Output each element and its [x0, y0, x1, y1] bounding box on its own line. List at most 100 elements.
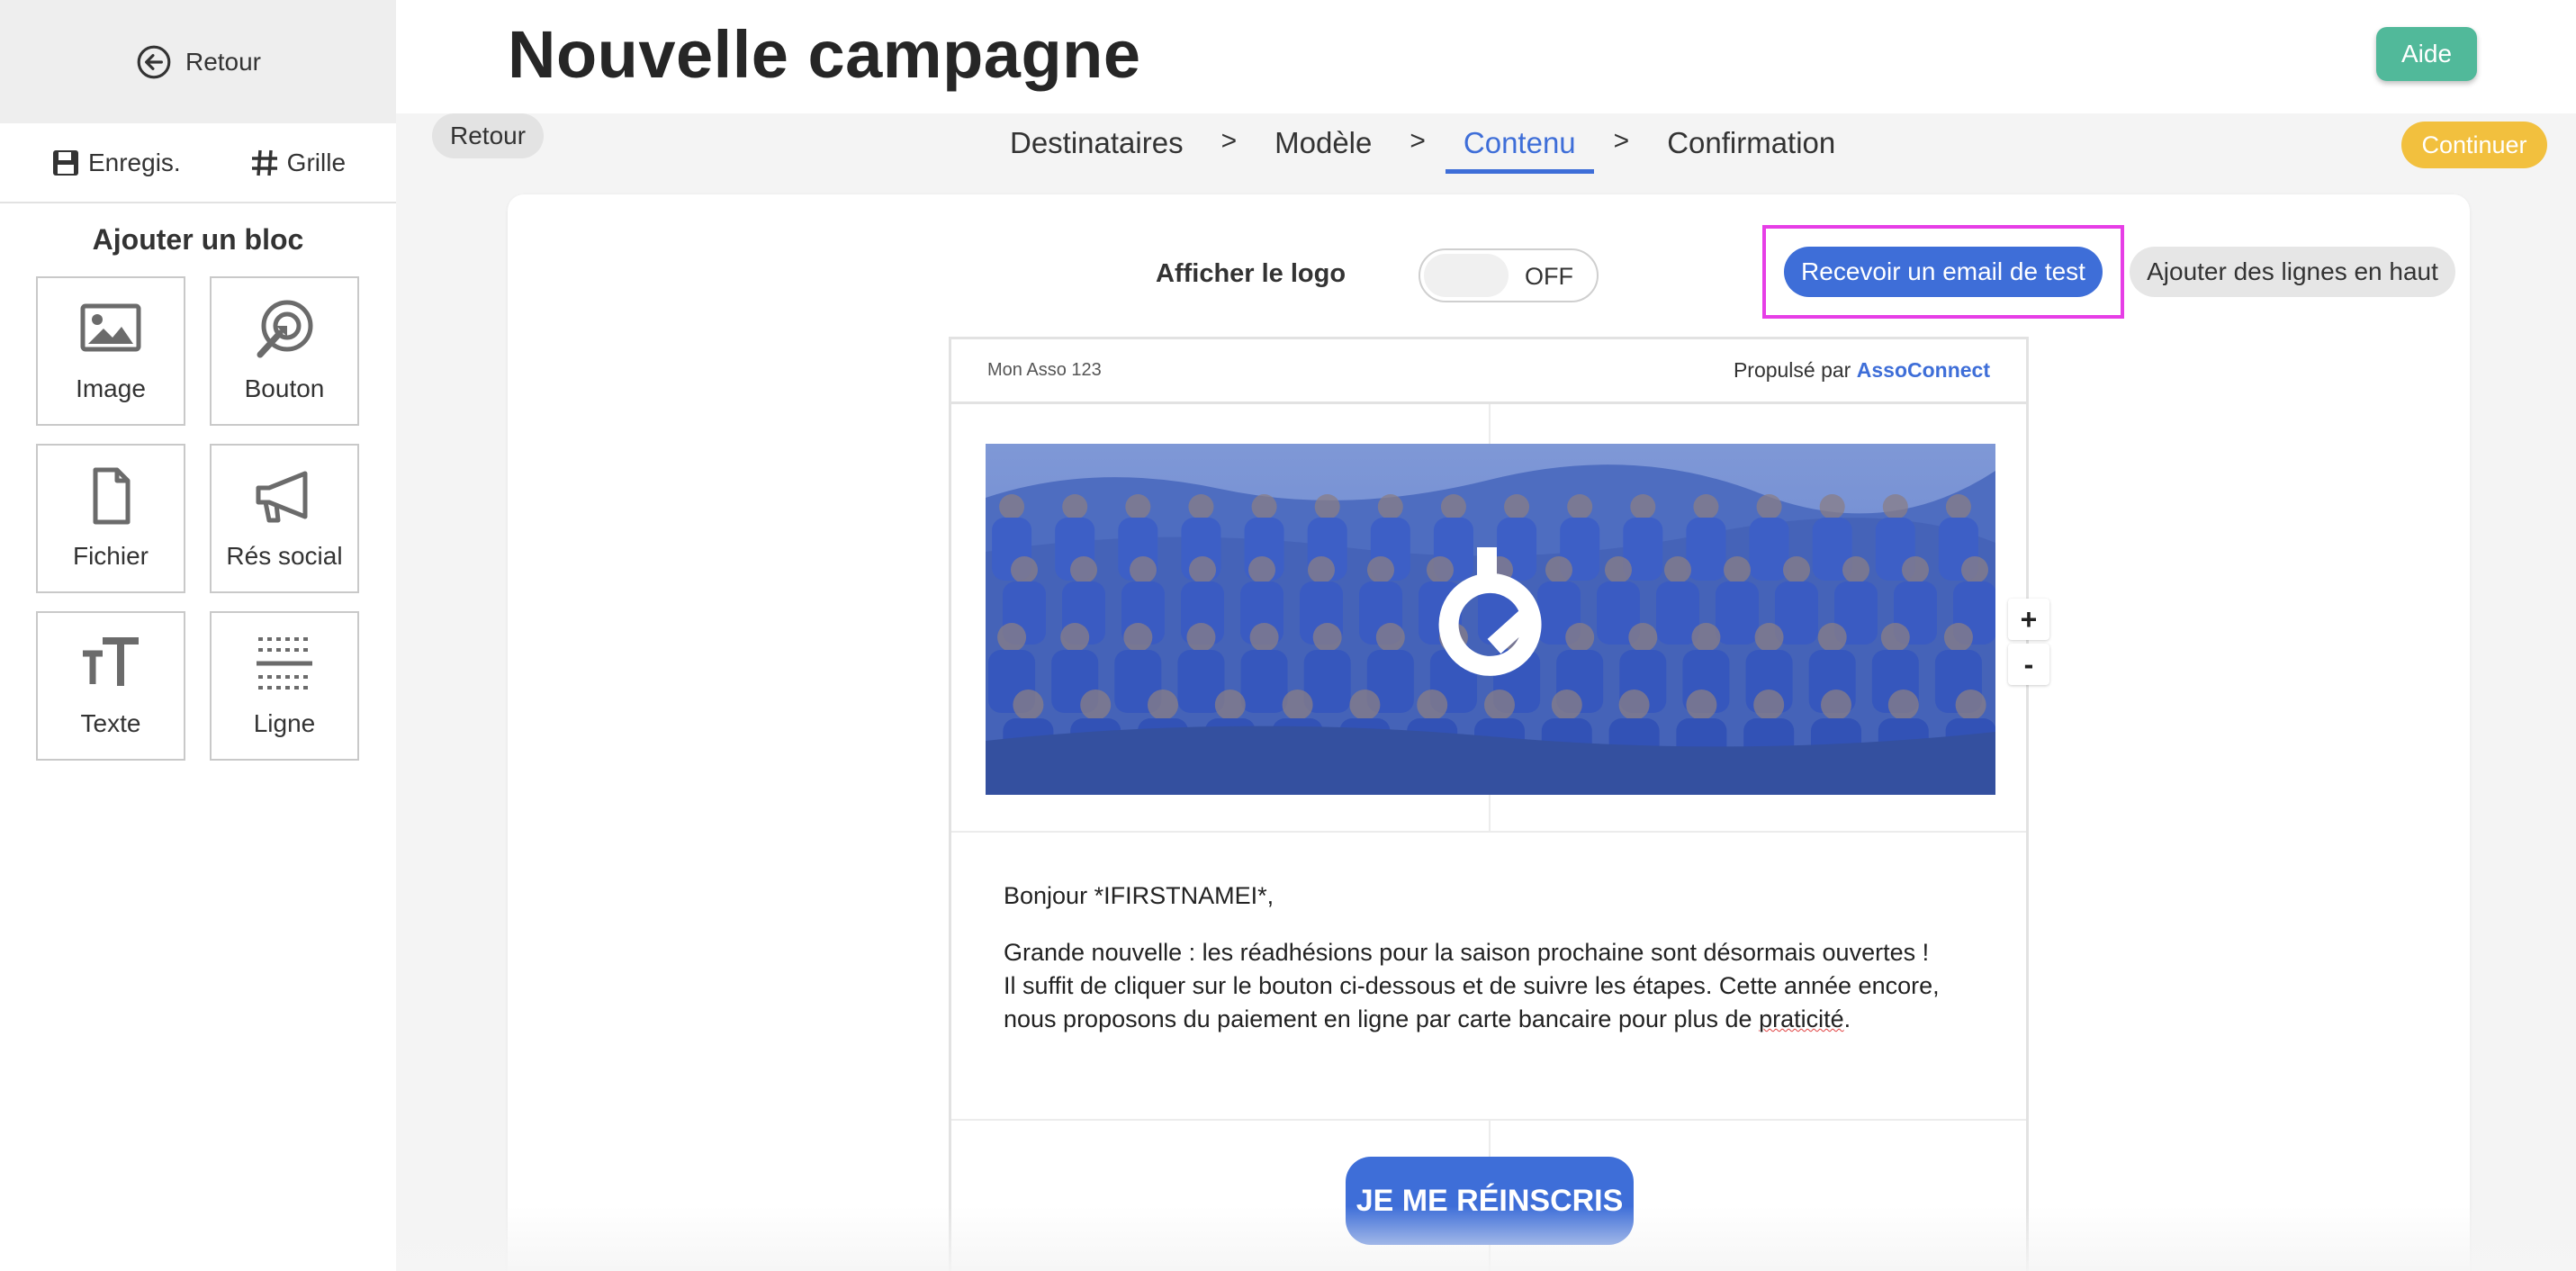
person-head [1062, 494, 1088, 519]
stepper-back-button[interactable]: Retour [432, 113, 545, 158]
person-head [1251, 494, 1277, 519]
add-lines-top-button[interactable]: Ajouter des lignes en haut [2130, 247, 2455, 297]
person-head [1248, 556, 1275, 583]
block-line-label: Ligne [253, 709, 316, 737]
person-head [1943, 623, 1973, 652]
test-email-button[interactable]: Recevoir un email de test [1784, 247, 2103, 297]
person-head [1282, 690, 1313, 720]
email-greeting: Bonjour *IFIRSTNAMEI*, [1004, 882, 1274, 909]
zoom-out-button[interactable]: - [2008, 644, 2049, 685]
hash-grid-icon [251, 149, 277, 176]
add-block-title: Ajouter un bloc [92, 223, 304, 256]
person-head [1821, 690, 1851, 720]
powered-by-prefix: Propulsé par [1733, 358, 1851, 382]
person-body [1240, 650, 1288, 713]
toggle-knob [1424, 254, 1509, 297]
person-head [1504, 494, 1530, 519]
grid-button[interactable]: Grille [249, 148, 346, 178]
person-head [1375, 623, 1405, 652]
email-preview: Mon Asso 123 Propulsé par AssoConnect + … [949, 337, 2049, 1271]
person-head [1618, 690, 1650, 720]
person-head [1887, 690, 1919, 720]
email-body: Grande nouvelle : les réadhésions pour l… [1004, 936, 1976, 1036]
block-text[interactable]: Texte [36, 611, 185, 761]
block-file-label: Fichier [72, 542, 149, 570]
person-head [1686, 690, 1717, 720]
floppy-disk-icon [52, 149, 78, 176]
person-head [1123, 623, 1153, 652]
show-logo-label: Afficher le logo [1156, 259, 1347, 288]
person-head [1545, 556, 1572, 583]
zoom-in-button[interactable]: + [2008, 599, 2049, 640]
arrow-left-circle-icon [137, 45, 171, 78]
block-file[interactable]: Fichier [36, 444, 185, 593]
person-head [1070, 556, 1097, 583]
person-head [1440, 494, 1466, 519]
reregister-cta-button[interactable]: JE ME RÉINSCRIS [1346, 1157, 1634, 1245]
person-head [1427, 556, 1454, 583]
show-logo-toggle[interactable]: OFF [1419, 248, 1599, 302]
image-icon [80, 303, 141, 352]
email-body-text: . [1843, 1005, 1851, 1032]
person-head [1565, 623, 1595, 652]
email-body-text: nous proposons du paiement en ligne par … [1004, 1005, 1760, 1032]
person-head [1312, 623, 1342, 652]
block-line[interactable]: Ligne [210, 611, 359, 761]
person-head [1367, 556, 1394, 583]
person-head [999, 494, 1025, 519]
continue-button[interactable]: Continuer [2401, 122, 2547, 168]
person-head [1249, 623, 1279, 652]
block-button[interactable]: Bouton [210, 276, 359, 426]
sidebar-back-button[interactable]: Retour [0, 0, 396, 123]
text-size-icon [83, 637, 139, 686]
person-head [1060, 623, 1090, 652]
powered-by-brand[interactable]: AssoConnect [1857, 358, 1990, 382]
block-image-label: Image [76, 374, 146, 402]
email-image-row[interactable]: + - [951, 404, 2049, 833]
person-head [1189, 556, 1216, 583]
block-button-label: Bouton [244, 374, 325, 402]
person-head [1819, 494, 1845, 519]
person-head [1125, 494, 1151, 519]
email-body-line: Il suffit de cliquer sur le bouton ci-de… [1004, 972, 1940, 999]
person-head [1186, 623, 1216, 652]
email-text-block[interactable]: Bonjour *IFIRSTNAMEI*, Grande nouvelle :… [951, 833, 2026, 1121]
person-head [1724, 556, 1751, 583]
step-separator: > [1410, 126, 1426, 156]
person-head [1377, 494, 1403, 519]
page-header: Nouvelle campagne Aide [396, 0, 2576, 113]
person-head [1349, 690, 1381, 720]
step-confirmation[interactable]: Confirmation [1667, 126, 1835, 169]
person-head [1880, 623, 1910, 652]
step-separator: > [1613, 126, 1630, 156]
button-target-icon [257, 300, 313, 358]
email-header: Mon Asso 123 Propulsé par AssoConnect [951, 339, 2026, 404]
editor-panel: Afficher le logo OFF Recevoir un email d… [508, 194, 2470, 1271]
save-label: Enregis. [87, 148, 181, 176]
person-head [1011, 556, 1038, 583]
person-head [1628, 623, 1658, 652]
team-photo [986, 444, 1995, 795]
email-button-row: JE ME RÉINSCRIS [951, 1121, 2026, 1271]
spellcheck-word: praticité [1759, 1005, 1844, 1032]
block-social[interactable]: Rés social [210, 444, 359, 593]
step-content[interactable]: Contenu [1445, 126, 1594, 174]
block-text-label: Texte [80, 709, 141, 737]
save-button[interactable]: Enregis. [50, 148, 181, 178]
step-template[interactable]: Modèle [1274, 126, 1372, 169]
step-recipients[interactable]: Destinataires [1010, 126, 1184, 169]
person-head [1484, 690, 1515, 720]
person-head [1753, 690, 1785, 720]
file-icon [93, 467, 131, 525]
person-head [1817, 623, 1847, 652]
person-head [1961, 556, 1988, 583]
person-body [1686, 518, 1726, 581]
block-grid: Image Bouton Fichier Rés social Texte Li… [0, 276, 396, 761]
help-button[interactable]: Aide [2376, 27, 2477, 81]
person-head [1783, 556, 1810, 583]
person-head [1756, 494, 1782, 519]
block-image[interactable]: Image [36, 276, 185, 426]
person-body [1749, 518, 1789, 581]
hero-image[interactable] [986, 444, 1995, 795]
page-title: Nouvelle campagne [508, 17, 1141, 92]
